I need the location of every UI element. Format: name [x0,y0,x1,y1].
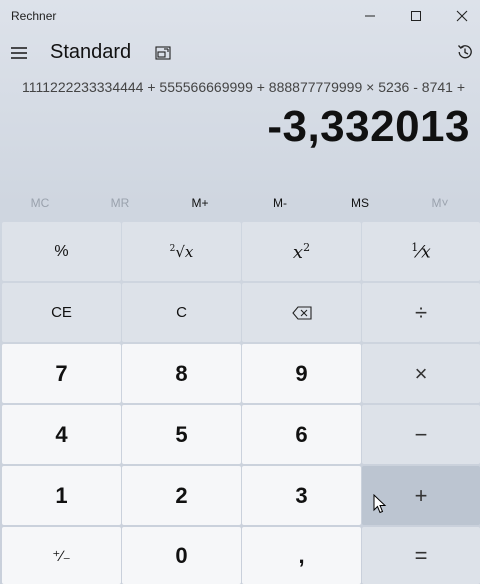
reciprocal-label: 1⁄x [411,240,431,263]
digit-9-button[interactable]: 9 [242,344,361,403]
decimal-separator-label: , [298,542,305,568]
reciprocal-button[interactable]: 1⁄x [362,222,480,281]
memory-recall-button[interactable]: MR [80,188,160,218]
memory-bar: MC MR M+ M- MS M˅ [0,188,480,218]
maximize-button[interactable] [393,0,439,32]
digit-2-label: 2 [175,482,188,508]
history-icon [458,45,472,59]
digit-5-button[interactable]: 5 [122,405,241,464]
subtract-label: − [414,421,428,447]
square-button[interactable]: x2 [242,222,361,281]
calculator-mode-title: Standard [50,41,132,63]
digit-8-label: 8 [175,360,188,386]
result-display: -3,332013 [267,102,470,151]
hamburger-icon [11,47,27,59]
square-label: x2 [293,241,310,263]
percent-button[interactable]: % [2,222,121,281]
backspace-icon [291,305,312,320]
multiply-label: × [414,360,428,386]
clear-label: C [176,304,187,321]
backspace-button[interactable] [242,283,361,342]
equals-button[interactable]: = [362,527,480,584]
memory-list-button[interactable]: M˅ [400,188,480,218]
digit-3-button[interactable]: 3 [242,466,361,525]
memory-clear-button[interactable]: MC [0,188,80,218]
memory-add-button[interactable]: M+ [160,188,240,218]
title-bar: Rechner [0,0,480,32]
square-exponent: 2 [303,240,311,254]
decimal-separator-button[interactable]: , [242,527,361,584]
digit-5-label: 5 [175,421,188,447]
square-root-button[interactable]: 2√x [122,222,241,281]
reciprocal-numerator: 1 [411,240,419,254]
mouse-cursor-icon [373,494,387,514]
divide-label: ÷ [414,299,428,325]
memory-store-button[interactable]: MS [320,188,400,218]
digit-7-label: 7 [55,360,68,386]
square-root-label: 2√x [169,242,194,261]
root-x: x [184,242,194,261]
reciprocal-denominator: x [421,242,431,263]
digit-8-button[interactable]: 8 [122,344,241,403]
digit-6-button[interactable]: 6 [242,405,361,464]
multiply-button[interactable]: × [362,344,480,403]
digit-9-label: 9 [295,360,308,386]
negate-button[interactable]: ⁺∕₋ [2,527,121,584]
memory-subtract-button[interactable]: M- [240,188,320,218]
minimize-button[interactable] [347,0,393,32]
app-bar: Standard [0,34,480,74]
keep-on-top-button[interactable] [150,40,176,66]
history-button[interactable] [452,38,478,66]
negate-label: ⁺∕₋ [52,547,71,565]
square-base: x [292,241,304,263]
equals-label: = [414,542,428,568]
maximize-icon [411,11,421,21]
root-index: 2 [169,243,176,254]
digit-0-button[interactable]: 0 [122,527,241,584]
percent-label: % [54,242,69,260]
digit-4-button[interactable]: 4 [2,405,121,464]
expression-display: 1111222233334444 + 555566669999 + 888877… [22,79,465,95]
digit-0-label: 0 [175,542,188,568]
add-label: + [414,482,428,508]
window-title: Rechner [11,9,57,23]
clear-entry-label: CE [51,304,72,321]
close-icon [456,10,468,22]
digit-4-label: 4 [55,421,68,447]
keypad: % 2√x x2 1⁄x CE C ÷ 7 8 9 × 4 5 6 − 1 2 … [0,220,480,584]
digit-6-label: 6 [295,421,308,447]
clear-entry-button[interactable]: CE [2,283,121,342]
digit-1-label: 1 [55,482,68,508]
divide-button[interactable]: ÷ [362,283,480,342]
digit-3-label: 3 [295,482,308,508]
keep-on-top-icon [155,46,171,60]
digit-1-button[interactable]: 1 [2,466,121,525]
minimize-icon [365,15,375,17]
digit-7-button[interactable]: 7 [2,344,121,403]
subtract-button[interactable]: − [362,405,480,464]
close-button[interactable] [439,0,480,32]
clear-button[interactable]: C [122,283,241,342]
digit-2-button[interactable]: 2 [122,466,241,525]
navigation-menu-button[interactable] [4,36,34,70]
